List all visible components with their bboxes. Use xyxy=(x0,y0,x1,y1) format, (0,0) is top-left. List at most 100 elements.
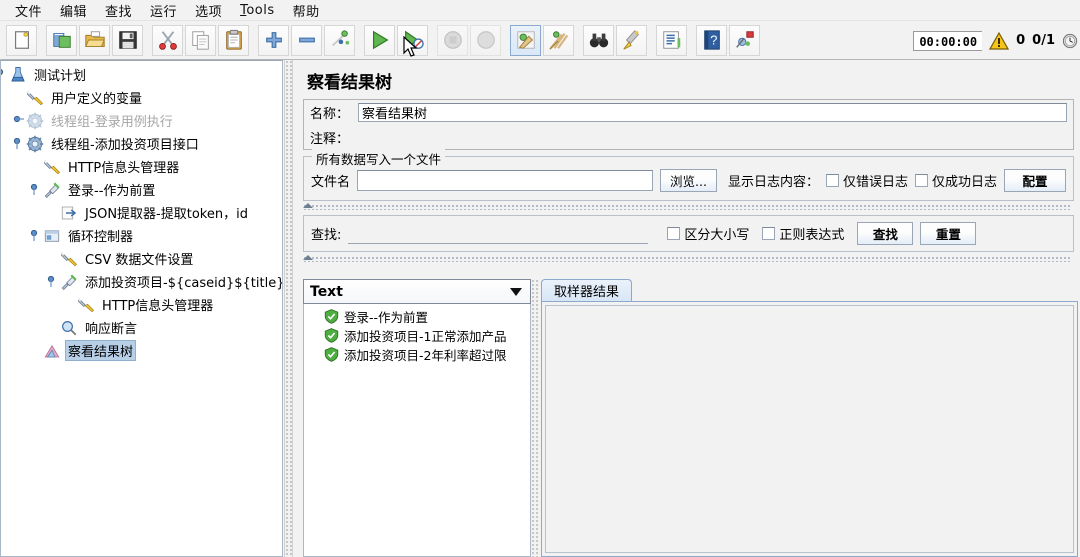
result-node-label: 添加投资项目-2年利率超过限 xyxy=(344,345,506,364)
warning-triangle-icon[interactable] xyxy=(989,32,1009,50)
configure-button[interactable]: 配置 xyxy=(1004,169,1066,192)
search-reset-button[interactable]: 重置 xyxy=(920,222,976,245)
menu-search[interactable]: 查找 xyxy=(96,0,141,22)
elapsed-timer: 00:00:00 xyxy=(913,31,982,51)
search-label: 查找: xyxy=(311,224,341,243)
menu-options[interactable]: 选项 xyxy=(186,0,231,22)
menu-help[interactable]: 帮助 xyxy=(284,0,329,22)
toolbar-start[interactable] xyxy=(364,25,395,56)
toolbar-undo[interactable] xyxy=(729,25,760,56)
horizontal-split-divider-top[interactable] xyxy=(303,204,1072,210)
status-area: 00:00:00 0 0/1 xyxy=(913,25,1078,56)
tree-collapse-handle-icon[interactable] xyxy=(47,276,59,288)
success-only-box[interactable] xyxy=(915,174,928,187)
copy-pages-icon xyxy=(190,29,212,51)
tree-node[interactable]: 测试计划 xyxy=(1,63,282,86)
toolbar-clear[interactable] xyxy=(510,25,541,56)
tree-node[interactable]: 响应断言 xyxy=(1,316,282,339)
toolbar-save[interactable] xyxy=(112,25,143,56)
result-node[interactable]: 登录--作为前置 xyxy=(304,307,530,326)
menu-run[interactable]: 运行 xyxy=(141,0,186,22)
toolbar-help[interactable]: ? xyxy=(696,25,727,56)
renderer-combo[interactable]: Text xyxy=(303,279,531,304)
tree-node-label: HTTP信息头管理器 xyxy=(99,294,216,315)
errors-only-checkbox[interactable]: 仅错误日志 xyxy=(826,171,908,190)
toolbar-templates[interactable] xyxy=(46,25,77,56)
clear-all-icon xyxy=(548,29,570,51)
tree-node[interactable]: 添加投资项目-${caseid}${title} xyxy=(1,270,282,293)
name-input[interactable]: 察看结果树 xyxy=(358,103,1067,122)
toolbar-copy[interactable] xyxy=(185,25,216,56)
success-only-checkbox[interactable]: 仅成功日志 xyxy=(915,171,997,190)
new-file-icon xyxy=(11,29,33,51)
menu-file-label: 文件 xyxy=(15,5,42,20)
tree-node-label: 察看结果树 xyxy=(65,340,136,361)
tree-node[interactable]: 线程组-添加投资项目接口 xyxy=(1,132,282,155)
result-node[interactable]: 添加投资项目-1正常添加产品 xyxy=(304,326,530,345)
regex-box[interactable] xyxy=(762,227,775,240)
toolbar-new[interactable] xyxy=(6,25,37,56)
tab-sampler-result[interactable]: 取样器结果 xyxy=(541,279,632,301)
menu-options-label: 选项 xyxy=(195,5,222,20)
toolbar-cut[interactable] xyxy=(152,25,183,56)
tree-node-label: 登录--作为前置 xyxy=(65,179,158,200)
jmeter-window: 文件编辑查找运行选项Tools帮助 ? 00:00:00 0 0/1 xyxy=(0,0,1080,557)
tree-node[interactable]: HTTP信息头管理器 xyxy=(1,293,282,316)
menu-file[interactable]: 文件 xyxy=(6,0,51,22)
toolbar-toggle[interactable] xyxy=(324,25,355,56)
sampler-detail-pane: 取样器结果 xyxy=(541,279,1078,557)
menu-edit[interactable]: 编辑 xyxy=(51,0,96,22)
tree-collapse-handle-icon[interactable] xyxy=(30,230,42,242)
toolbar-search[interactable] xyxy=(583,25,614,56)
toolbar-collapse-all[interactable] xyxy=(291,25,322,56)
comment-label: 注释： xyxy=(310,128,358,147)
tree-collapse-handle-icon[interactable] xyxy=(0,69,8,81)
vertical-split-divider[interactable] xyxy=(284,60,293,557)
menu-tools[interactable]: Tools xyxy=(231,1,284,20)
success-shield-icon xyxy=(324,309,339,324)
tree-collapse-handle-icon[interactable] xyxy=(30,184,42,196)
toolbar-expand-all[interactable] xyxy=(258,25,289,56)
errors-only-box[interactable] xyxy=(826,174,839,187)
tree-node[interactable]: 线程组-登录用例执行 xyxy=(1,109,282,132)
search-bar: 查找: 区分大小写 正则表达式 查找 重置 xyxy=(303,215,1074,252)
menu-search-label: 查找 xyxy=(105,5,132,20)
tree-node[interactable]: HTTP信息头管理器 xyxy=(1,155,282,178)
tab-strip: 取样器结果 xyxy=(541,279,1078,301)
broom-reset-search-icon xyxy=(621,29,643,51)
result-node[interactable]: 添加投资项目-2年利率超过限 xyxy=(304,345,530,364)
tab-body xyxy=(541,301,1078,557)
results-vertical-divider[interactable] xyxy=(531,279,540,557)
toolbar: ? 00:00:00 0 0/1 xyxy=(0,21,1080,60)
results-tree[interactable]: 登录--作为前置添加投资项目-1正常添加产品添加投资项目-2年利率超过限 xyxy=(303,304,531,557)
browse-button[interactable]: 浏览... xyxy=(660,169,717,192)
tree-node-label: 线程组-添加投资项目接口 xyxy=(48,133,202,154)
tree-node-label: 用户定义的变量 xyxy=(48,87,145,108)
tree-expand-handle-icon[interactable] xyxy=(13,115,25,127)
tree-node[interactable]: JSON提取器-提取token，id xyxy=(1,201,282,224)
write-to-file-group: 所有数据写入一个文件 文件名 浏览... 显示日志内容： 仅错误日志 仅成功日志… xyxy=(303,156,1074,201)
comment-input[interactable] xyxy=(358,128,1067,146)
search-input[interactable] xyxy=(348,223,648,244)
tree-collapse-handle-icon[interactable] xyxy=(13,138,25,150)
tree-node[interactable]: CSV 数据文件设置 xyxy=(1,247,282,270)
tree-node[interactable]: 登录--作为前置 xyxy=(1,178,282,201)
case-sensitive-box[interactable] xyxy=(667,227,680,240)
tree-node[interactable]: 用户定义的变量 xyxy=(1,86,282,109)
toolbar-paste[interactable] xyxy=(218,25,249,56)
toolbar-clear-all[interactable] xyxy=(543,25,574,56)
sampler-result-content[interactable] xyxy=(545,305,1074,553)
search-button[interactable]: 查找 xyxy=(857,222,913,245)
toolbar-reset-search[interactable] xyxy=(616,25,647,56)
tree-node[interactable]: 循环控制器 xyxy=(1,224,282,247)
filename-input[interactable] xyxy=(357,170,653,191)
toolbar-function-helper[interactable] xyxy=(656,25,687,56)
tree-node[interactable]: 察看结果树 xyxy=(1,339,282,362)
case-sensitive-checkbox[interactable]: 区分大小写 xyxy=(667,224,749,243)
test-plan-tree[interactable]: 测试计划用户定义的变量线程组-登录用例执行线程组-添加投资项目接口HTTP信息头… xyxy=(0,60,283,557)
chevron-down-icon[interactable] xyxy=(510,288,522,296)
horizontal-split-divider-bottom[interactable] xyxy=(303,256,1072,262)
regex-checkbox[interactable]: 正则表达式 xyxy=(762,224,844,243)
toolbar-open[interactable] xyxy=(79,25,110,56)
toolbar-start-no-timers[interactable] xyxy=(397,25,428,56)
